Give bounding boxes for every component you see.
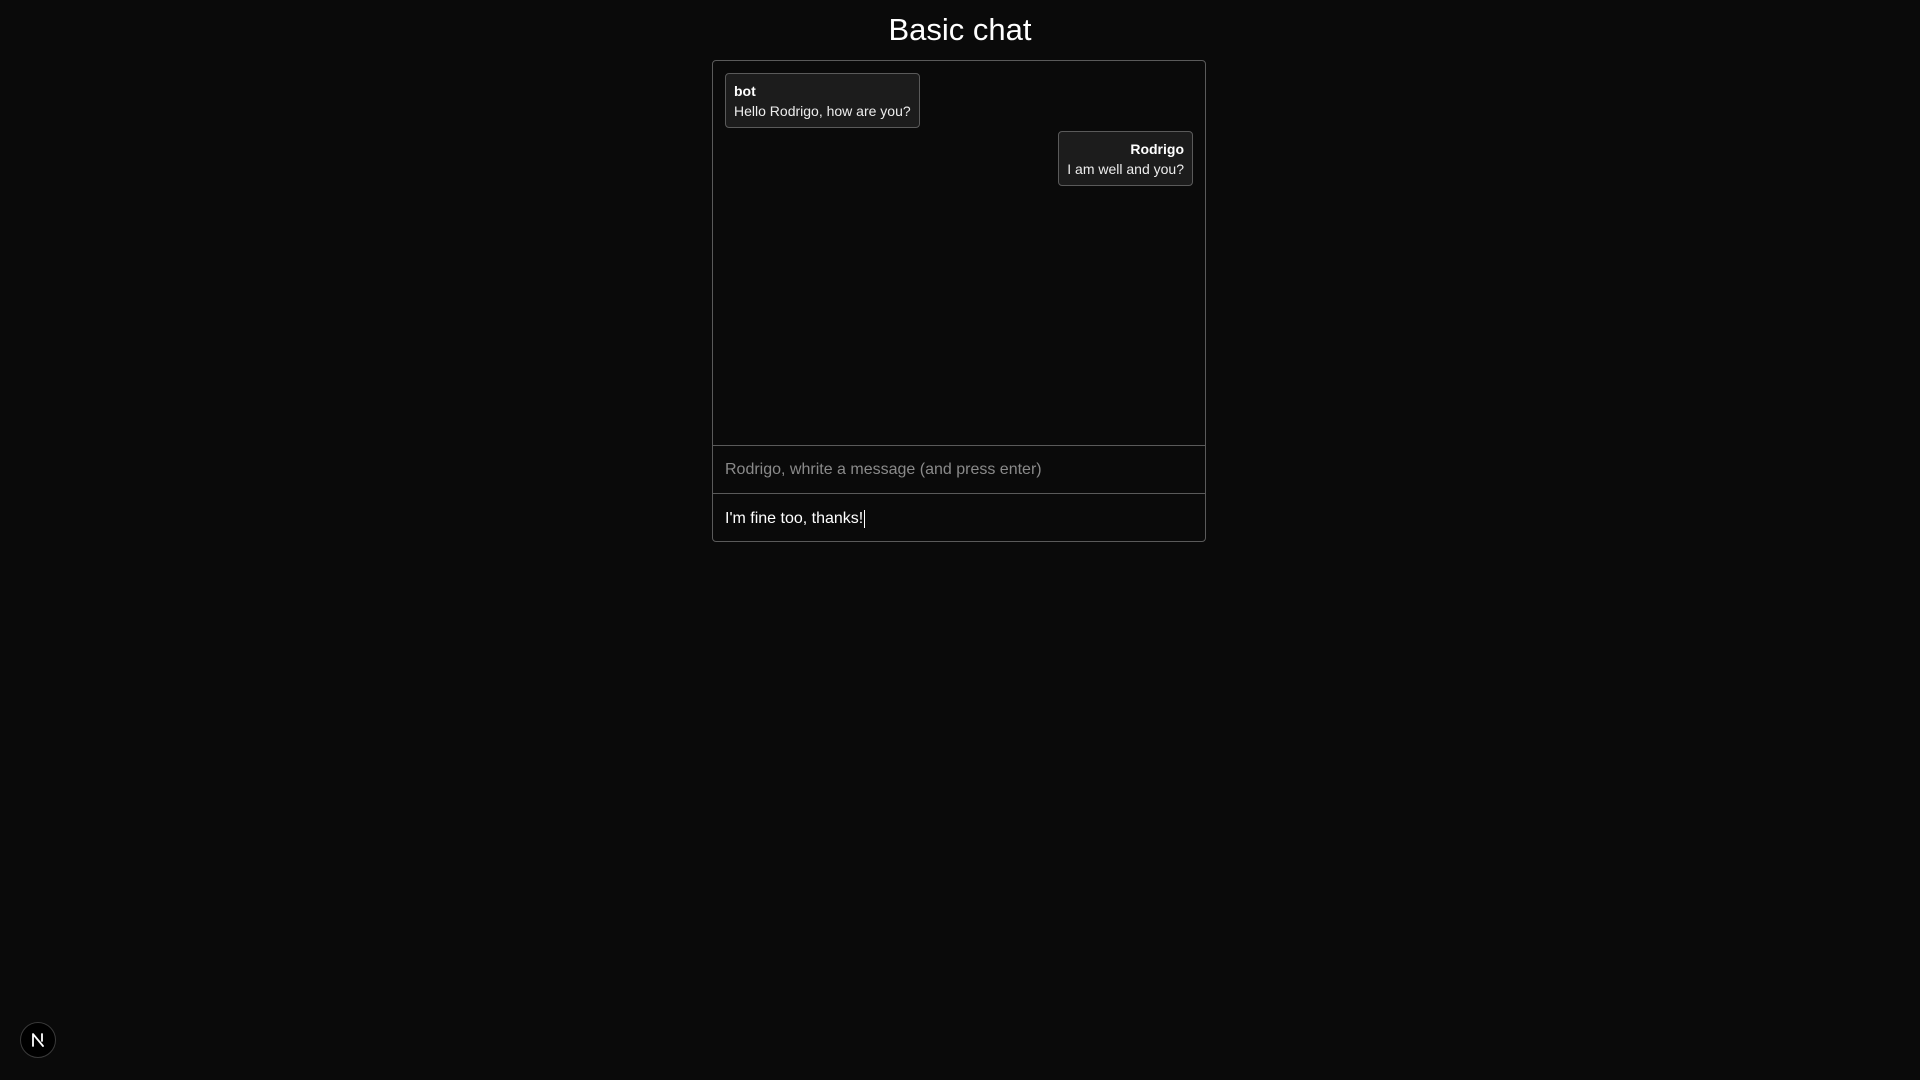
message-text: I am well and you? xyxy=(1067,161,1184,177)
message-placeholder[interactable]: Rodrigo, whrite a message (and press ent… xyxy=(713,446,1205,494)
message-list[interactable]: bot Hello Rodrigo, how are you? Rodrigo … xyxy=(713,61,1205,446)
message-author: Rodrigo xyxy=(1130,141,1184,157)
chat-panel: bot Hello Rodrigo, how are you? Rodrigo … xyxy=(712,60,1206,542)
page: Basic chat bot Hello Rodrigo, how are yo… xyxy=(0,0,1920,1080)
message-bubble-user: Rodrigo I am well and you? xyxy=(1058,131,1193,186)
message-input[interactable]: I'm fine too, thanks! xyxy=(713,495,1205,543)
message-input-value: I'm fine too, thanks! xyxy=(725,510,864,527)
message-placeholder-text: Rodrigo, whrite a message (and press ent… xyxy=(725,460,1042,478)
nextjs-logo-icon[interactable] xyxy=(20,1022,56,1058)
message-text: Hello Rodrigo, how are you? xyxy=(734,103,911,119)
page-title: Basic chat xyxy=(888,12,1032,47)
nextjs-logo-glyph xyxy=(32,1033,44,1047)
message-bubble-bot: bot Hello Rodrigo, how are you? xyxy=(725,73,920,128)
text-caret xyxy=(864,510,866,528)
message-author: bot xyxy=(734,83,756,99)
